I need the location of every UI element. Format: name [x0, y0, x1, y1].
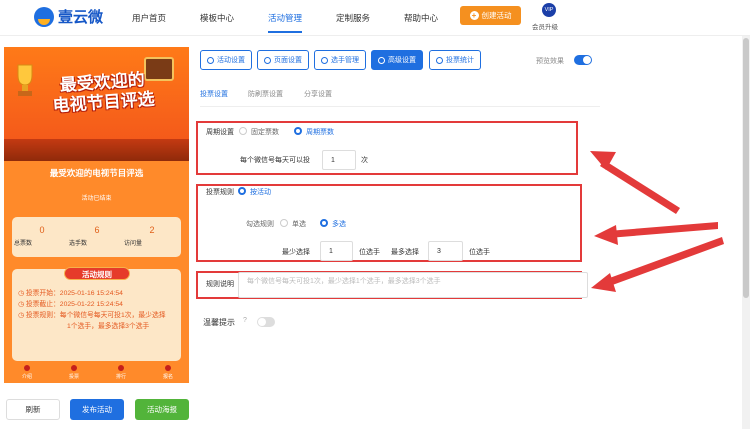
annotation-arrows [590, 151, 724, 292]
arrow-3 [591, 237, 724, 292]
arrow-2 [594, 222, 718, 245]
scrollbar-thumb[interactable] [743, 38, 749, 298]
arrow-1 [590, 151, 680, 214]
page-scrollbar[interactable] [742, 36, 750, 429]
